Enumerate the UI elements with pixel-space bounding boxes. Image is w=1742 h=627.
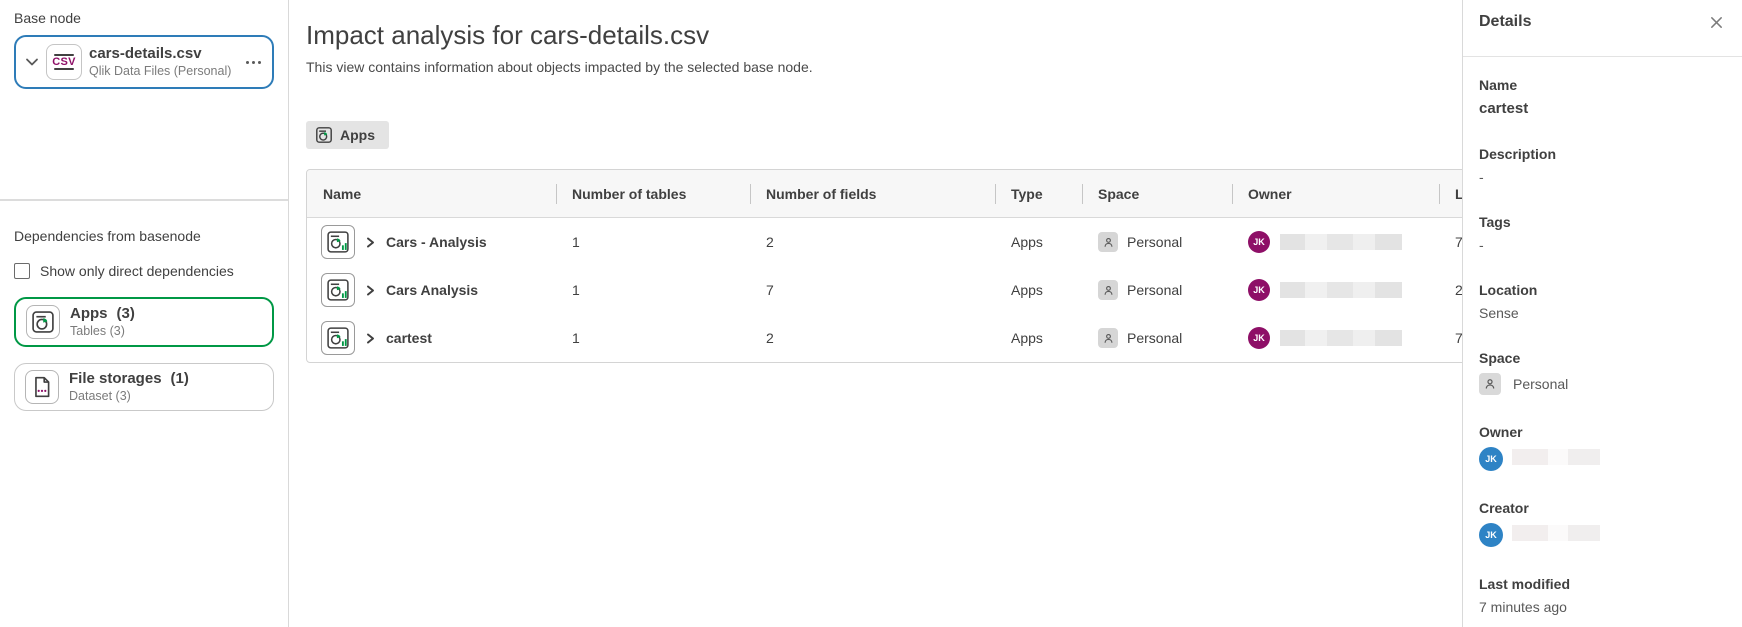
row-name[interactable]: cartest [386, 330, 432, 346]
redacted-owner-name [1280, 282, 1402, 298]
chevron-down-icon[interactable] [25, 56, 39, 68]
row-tables: 1 [556, 234, 750, 250]
apps-card-count: (3) [117, 305, 135, 323]
field-label: Name [1479, 77, 1726, 93]
column-header-fields[interactable]: Number of fields [750, 170, 995, 217]
row-name[interactable]: Cars Analysis [386, 282, 478, 298]
column-header-tables[interactable]: Number of tables [556, 170, 750, 217]
details-field-tags: Tags - [1479, 214, 1726, 253]
row-name[interactable]: Cars - Analysis [386, 234, 487, 250]
details-panel-title: Details [1479, 13, 1531, 31]
details-field-location: Location Sense [1479, 282, 1726, 321]
field-value: Personal [1513, 376, 1568, 392]
checkbox[interactable] [14, 263, 30, 279]
dependencies-label: Dependencies from basenode [14, 228, 274, 244]
field-value: 7 minutes ago [1479, 599, 1726, 615]
row-space: Personal [1127, 330, 1182, 346]
sidebar-divider [0, 199, 288, 201]
person-icon [1098, 328, 1118, 348]
checkbox-label: Show only direct dependencies [40, 263, 234, 279]
row-space: Personal [1127, 282, 1182, 298]
field-label: Space [1479, 350, 1726, 366]
sidebar: Base node CSV cars-details.csv Qlik Data… [0, 0, 289, 627]
file-storages-card-subtitle: Dataset (3) [69, 388, 189, 404]
table-row[interactable]: Cars - Analysis 1 2 Apps Personal JK 7 [307, 218, 1557, 266]
column-header-owner[interactable]: Owner [1232, 170, 1439, 217]
csv-icon-label: CSV [52, 56, 76, 68]
more-dots-icon[interactable] [244, 57, 263, 68]
chevron-right-icon[interactable] [365, 236, 376, 249]
sidebar-item-apps[interactable]: Apps (3) Tables (3) [14, 297, 274, 347]
app-chart-bars-icon [321, 273, 355, 307]
app-chart-icon [316, 127, 332, 143]
file-storages-card-title: File storages [69, 370, 162, 388]
field-value: Sense [1479, 305, 1726, 321]
table-row[interactable]: cartest 1 2 Apps Personal JK 7 [307, 314, 1557, 362]
redacted-owner-name [1280, 330, 1402, 346]
apps-card-subtitle: Tables (3) [70, 323, 135, 339]
chevron-right-icon[interactable] [365, 332, 376, 345]
direct-dependencies-checkbox-row[interactable]: Show only direct dependencies [14, 263, 274, 279]
details-field-last-modified: Last modified 7 minutes ago [1479, 576, 1726, 615]
avatar: JK [1248, 231, 1270, 253]
base-node-card[interactable]: CSV cars-details.csv Qlik Data Files (Pe… [14, 35, 274, 89]
row-fields: 2 [750, 234, 995, 250]
row-type: Apps [995, 234, 1082, 250]
details-field-creator: Creator JK [1479, 500, 1726, 547]
app-chart-icon [26, 305, 60, 339]
column-header-type[interactable]: Type [995, 170, 1082, 217]
file-storages-card-count: (1) [171, 370, 189, 388]
row-type: Apps [995, 282, 1082, 298]
field-label: Tags [1479, 214, 1726, 230]
details-field-description: Description - [1479, 146, 1726, 185]
apps-filter-button[interactable]: Apps [306, 121, 389, 149]
field-value: - [1479, 169, 1726, 185]
chevron-right-icon[interactable] [365, 284, 376, 297]
field-label: Last modified [1479, 576, 1726, 592]
redacted-creator-name [1512, 525, 1600, 545]
redacted-owner-name [1280, 234, 1402, 250]
column-header-space[interactable]: Space [1082, 170, 1232, 217]
base-node-label: Base node [14, 10, 274, 26]
base-node-title: cars-details.csv [89, 45, 231, 63]
details-field-name: Name cartest [1479, 77, 1726, 117]
field-value: - [1479, 237, 1726, 253]
row-space: Personal [1127, 234, 1182, 250]
row-tables: 1 [556, 330, 750, 346]
apps-card-title: Apps [70, 305, 108, 323]
apps-filter-label: Apps [340, 127, 375, 143]
row-fields: 7 [750, 282, 995, 298]
details-field-space: Space Personal [1479, 350, 1726, 395]
field-label: Description [1479, 146, 1726, 162]
row-fields: 2 [750, 330, 995, 346]
base-node-subtitle: Qlik Data Files (Personal) [89, 63, 231, 79]
csv-file-icon: CSV [46, 44, 82, 80]
close-icon[interactable] [1707, 13, 1726, 32]
avatar: JK [1479, 447, 1503, 471]
field-label: Location [1479, 282, 1726, 298]
details-field-owner: Owner JK [1479, 424, 1726, 471]
person-icon [1098, 280, 1118, 300]
avatar: JK [1248, 327, 1270, 349]
redacted-owner-name [1512, 449, 1600, 469]
avatar: JK [1248, 279, 1270, 301]
field-value: cartest [1479, 100, 1726, 117]
column-header-name[interactable]: Name [307, 170, 556, 217]
sidebar-item-file-storages[interactable]: File storages (1) Dataset (3) [14, 363, 274, 411]
details-panel: Details Name cartest Description - Tags … [1462, 0, 1742, 627]
impact-table: Name Number of tables Number of fields T… [306, 169, 1558, 363]
avatar: JK [1479, 523, 1503, 547]
field-label: Owner [1479, 424, 1726, 440]
row-tables: 1 [556, 282, 750, 298]
person-icon [1479, 373, 1501, 395]
table-row[interactable]: Cars Analysis 1 7 Apps Personal JK 28 [307, 266, 1557, 314]
app-chart-bars-icon [321, 225, 355, 259]
person-icon [1098, 232, 1118, 252]
row-type: Apps [995, 330, 1082, 346]
app-chart-bars-icon [321, 321, 355, 355]
field-label: Creator [1479, 500, 1726, 516]
table-header: Name Number of tables Number of fields T… [307, 170, 1557, 218]
file-ellipsis-icon [25, 370, 59, 404]
